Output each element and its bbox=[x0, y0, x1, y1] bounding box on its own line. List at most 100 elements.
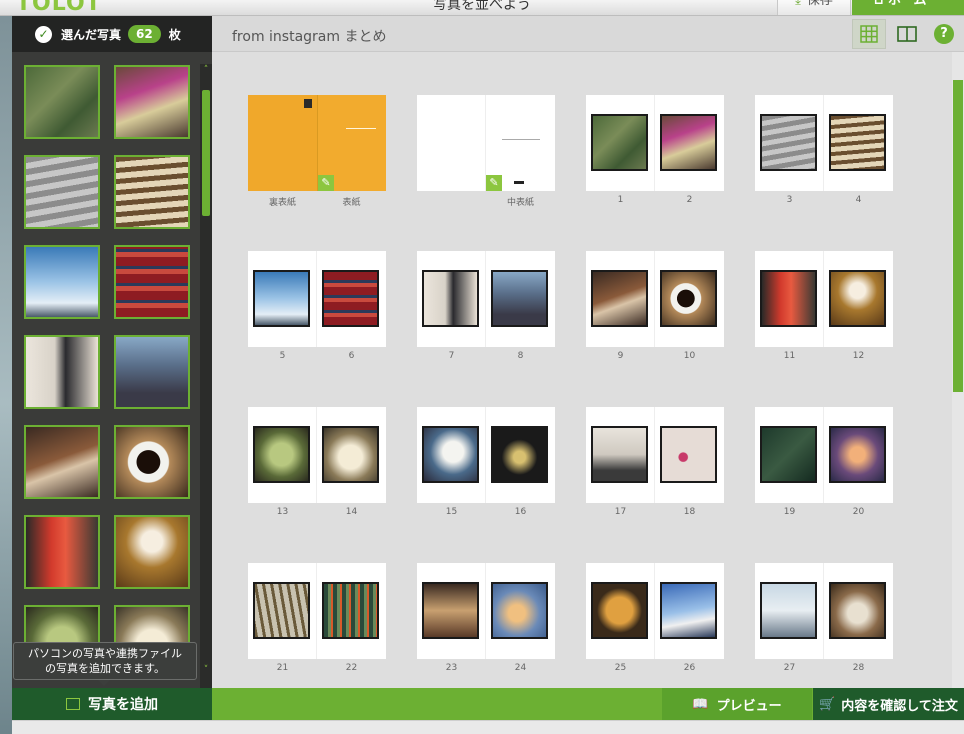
scrollbar-thumb[interactable] bbox=[202, 90, 210, 216]
album-page[interactable] bbox=[824, 563, 893, 659]
photo-thumbnail[interactable] bbox=[114, 245, 190, 319]
photo-thumbnail-list[interactable] bbox=[12, 52, 212, 688]
inner-cover-left-page[interactable] bbox=[417, 95, 486, 191]
save-button[interactable]: ⤓ 保存 bbox=[777, 0, 851, 15]
photo-thumbnail[interactable] bbox=[114, 425, 190, 499]
page-photo[interactable] bbox=[322, 582, 379, 639]
page-photo[interactable] bbox=[253, 582, 310, 639]
page-photo[interactable] bbox=[829, 270, 886, 327]
page-photo[interactable] bbox=[422, 426, 479, 483]
page-number: 15 bbox=[445, 507, 458, 517]
page-label: 表紙 bbox=[342, 198, 361, 208]
help-icon[interactable]: ? bbox=[934, 24, 954, 44]
page-photo[interactable] bbox=[760, 426, 817, 483]
front-cover-page[interactable]: ✎ bbox=[317, 95, 386, 191]
album-page[interactable] bbox=[248, 407, 317, 503]
order-button[interactable]: 🛒 内容を確認して注文 bbox=[813, 688, 964, 720]
edit-pencil-icon[interactable]: ✎ bbox=[318, 175, 334, 191]
album-page[interactable] bbox=[317, 563, 386, 659]
album-page[interactable] bbox=[417, 251, 486, 347]
album-page[interactable] bbox=[486, 407, 555, 503]
photo-thumbnail[interactable] bbox=[24, 245, 100, 319]
add-photo-button[interactable]: 写真を追加 bbox=[12, 688, 212, 720]
photo-thumbnail[interactable] bbox=[114, 335, 190, 409]
album-page[interactable] bbox=[655, 407, 724, 503]
logo-mark bbox=[514, 181, 524, 184]
page-photo[interactable] bbox=[591, 114, 648, 171]
page-photo[interactable] bbox=[660, 270, 717, 327]
page-photo[interactable] bbox=[829, 114, 886, 171]
photo-thumbnail[interactable] bbox=[24, 155, 100, 229]
scroll-up-arrow-icon[interactable]: ˄ bbox=[200, 64, 212, 76]
page-photo[interactable] bbox=[322, 426, 379, 483]
album-page[interactable] bbox=[417, 563, 486, 659]
photo-thumbnail[interactable] bbox=[24, 335, 100, 409]
add-photo-tooltip: パソコンの写真や連携ファイル の写真を追加できます。 bbox=[13, 642, 197, 686]
preview-button[interactable]: 📖 プレビュー bbox=[662, 688, 812, 720]
album-page[interactable] bbox=[824, 407, 893, 503]
album-page[interactable] bbox=[586, 563, 655, 659]
page-photo[interactable] bbox=[253, 270, 310, 327]
album-page[interactable] bbox=[824, 95, 893, 191]
page-photo[interactable] bbox=[491, 582, 548, 639]
album-page[interactable] bbox=[586, 407, 655, 503]
spread-view-button[interactable] bbox=[890, 19, 924, 49]
album-page[interactable] bbox=[248, 251, 317, 347]
page-label: 中表紙 bbox=[506, 198, 534, 208]
page-photo[interactable] bbox=[422, 582, 479, 639]
page-photo[interactable] bbox=[660, 582, 717, 639]
page-photo[interactable] bbox=[760, 582, 817, 639]
page-photo[interactable] bbox=[591, 270, 648, 327]
page-photo[interactable] bbox=[591, 426, 648, 483]
album-page[interactable] bbox=[417, 407, 486, 503]
page-photo[interactable] bbox=[660, 426, 717, 483]
grid-view-button[interactable] bbox=[852, 19, 886, 49]
album-page[interactable] bbox=[755, 563, 824, 659]
tooltip-line: パソコンの写真や連携ファイル bbox=[28, 647, 182, 660]
inner-cover-page[interactable]: ✎ bbox=[486, 95, 555, 191]
photo-thumbnail[interactable] bbox=[114, 65, 190, 139]
photo-thumbnail[interactable] bbox=[114, 155, 190, 229]
photo-thumbnail[interactable] bbox=[24, 515, 100, 589]
scroll-down-arrow-icon[interactable]: ˅ bbox=[200, 664, 212, 676]
album-page[interactable] bbox=[755, 407, 824, 503]
edit-pencil-icon[interactable]: ✎ bbox=[486, 175, 502, 191]
photo-panel: ✓ 選んだ写真 62 枚 ˄ ˅ bbox=[12, 16, 212, 688]
main-scrollbar[interactable] bbox=[952, 52, 964, 688]
page-photo[interactable] bbox=[829, 426, 886, 483]
album-page[interactable] bbox=[824, 251, 893, 347]
page-photo[interactable] bbox=[491, 270, 548, 327]
page-photo[interactable] bbox=[322, 270, 379, 327]
photo-thumbnail[interactable] bbox=[114, 515, 190, 589]
page-photo[interactable] bbox=[422, 270, 479, 327]
home-button[interactable]: ⌂ ホーム bbox=[852, 0, 964, 15]
photo-thumbnail[interactable] bbox=[24, 425, 100, 499]
album-page[interactable] bbox=[655, 95, 724, 191]
back-cover-page[interactable] bbox=[248, 95, 317, 191]
album-page[interactable] bbox=[317, 251, 386, 347]
page-photo[interactable] bbox=[491, 426, 548, 483]
album-page[interactable] bbox=[755, 251, 824, 347]
photo-list-scrollbar[interactable]: ˄ ˅ bbox=[200, 64, 212, 688]
album-page[interactable] bbox=[486, 251, 555, 347]
tooltip-line: の写真を追加できます。 bbox=[45, 662, 165, 675]
album-page[interactable] bbox=[486, 563, 555, 659]
album-page[interactable] bbox=[755, 95, 824, 191]
album-page[interactable] bbox=[586, 251, 655, 347]
page-photo[interactable] bbox=[760, 270, 817, 327]
photo-thumbnail[interactable] bbox=[24, 65, 100, 139]
album-page[interactable] bbox=[655, 251, 724, 347]
album-page[interactable] bbox=[317, 407, 386, 503]
page-photo[interactable] bbox=[591, 582, 648, 639]
book-spread-icon bbox=[897, 26, 917, 42]
scrollbar-thumb[interactable] bbox=[953, 80, 963, 392]
page-photo[interactable] bbox=[253, 426, 310, 483]
preview-label: プレビュー bbox=[716, 698, 782, 714]
page-photo[interactable] bbox=[660, 114, 717, 171]
page-photo[interactable] bbox=[760, 114, 817, 171]
album-page[interactable] bbox=[586, 95, 655, 191]
page-photo[interactable] bbox=[829, 582, 886, 639]
album-page[interactable] bbox=[248, 563, 317, 659]
page-number: 1 bbox=[617, 195, 624, 205]
album-page[interactable] bbox=[655, 563, 724, 659]
